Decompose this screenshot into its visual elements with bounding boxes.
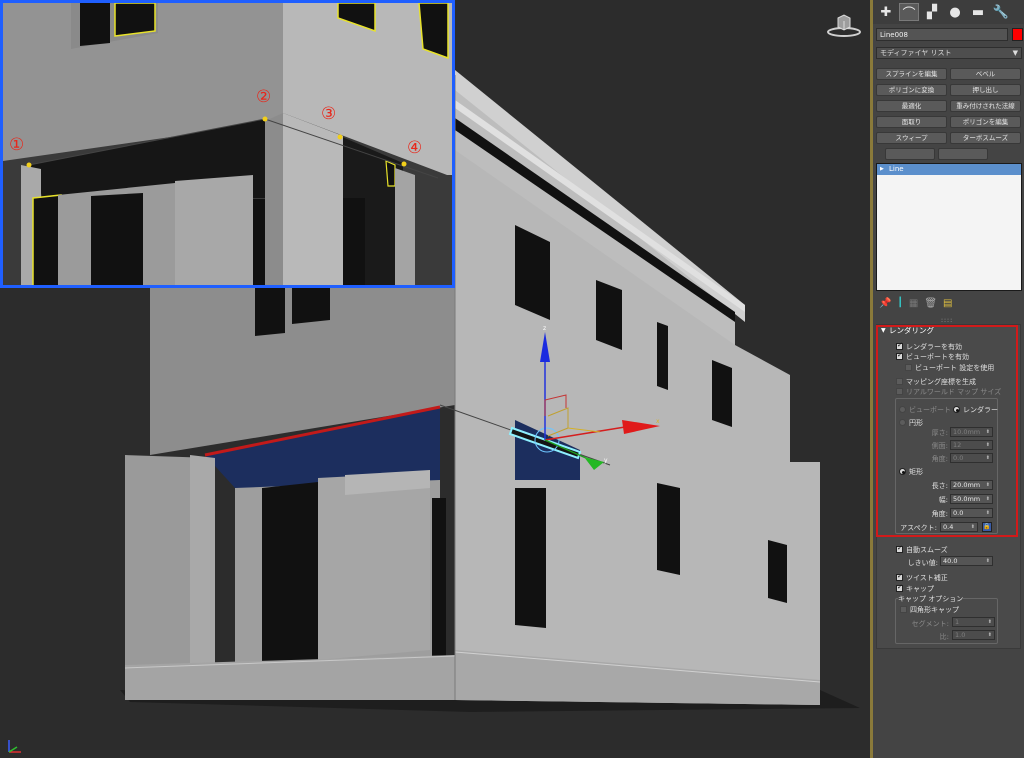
checkbox-box[interactable] <box>896 544 903 553</box>
utilities-tab[interactable]: 🔧 <box>991 3 1011 21</box>
modifier-button[interactable]: スウィープ <box>876 132 947 144</box>
window-r5 <box>515 488 546 628</box>
make-unique-icon[interactable]: ▦ <box>909 298 918 309</box>
modify-curve-icon: ⌒ <box>902 6 916 22</box>
auto-smooth-checkbox[interactable]: 自動スムーズ <box>896 544 948 554</box>
motion-circle-icon: ● <box>949 4 961 20</box>
app-window: z x y ① ② ③ ④ ✚ ⌒ ▞ ● ▬ 🔧 Line008 モディファイ… <box>0 0 1024 758</box>
svg-text:z: z <box>543 325 546 332</box>
object-color-swatch[interactable] <box>1012 28 1023 41</box>
remove-modifier-icon[interactable]: 🗑 <box>924 298 937 309</box>
stack-item-line[interactable]: ▶ Line <box>877 164 1021 175</box>
porch-column <box>318 472 430 660</box>
display-monitor-icon: ▬ <box>971 4 985 20</box>
window-r7 <box>768 540 787 603</box>
inset-scene <box>3 3 452 285</box>
pin-stack-icon[interactable]: 📌 <box>879 298 891 309</box>
create-tab[interactable]: ✚ <box>876 3 896 21</box>
stack-toolbar: 📌 ┃ ▦ 🗑 ▤ <box>876 294 1022 312</box>
cap-options-label: キャップ オプション <box>898 594 964 603</box>
marker-4: ④ <box>407 138 423 158</box>
utilities-wrench-icon: 🔧 <box>992 4 1010 20</box>
twist-correction-checkbox[interactable]: ツイスト補正 <box>896 572 948 582</box>
object-name-field[interactable]: Line008 <box>876 28 1008 41</box>
hierarchy-icon: ▞ <box>927 4 937 20</box>
create-plus-icon: ✚ <box>880 4 892 20</box>
viewcube-icon[interactable] <box>826 12 862 38</box>
rendering-highlight-box <box>876 325 1018 537</box>
checkbox-box[interactable] <box>896 583 903 592</box>
modifier-list-dropdown[interactable]: モディファイヤ リスト ▼ <box>876 47 1022 59</box>
modifier-button[interactable]: 重み付けされた法線 <box>950 100 1021 112</box>
ratio-spinner[interactable]: 1.0 ⬍ <box>952 630 995 640</box>
command-panel-tabs: ✚ ⌒ ▞ ● ▬ 🔧 <box>873 0 1024 24</box>
expand-triangle-icon[interactable]: ▶ <box>880 164 884 175</box>
svg-text:x: x <box>656 418 660 425</box>
panel-grip[interactable]: :::: <box>941 317 953 324</box>
modifier-button[interactable]: ポリゴンに変換 <box>876 84 947 96</box>
display-tab[interactable]: ▬ <box>968 3 988 21</box>
modifier-button[interactable]: 押し出し <box>950 84 1021 96</box>
modify-tab[interactable]: ⌒ <box>899 3 919 22</box>
window-r3 <box>657 322 668 390</box>
modifier-button[interactable]: ベベル <box>950 68 1021 80</box>
segments-spinner[interactable]: 1 ⬍ <box>952 617 995 627</box>
quad-cap-checkbox[interactable]: 四角形キャップ <box>900 605 959 614</box>
modifier-button[interactable]: スプラインを編集 <box>876 68 947 80</box>
modifier-button[interactable]: ターボスムーズ <box>950 132 1021 144</box>
stack-item-label: Line <box>889 165 904 173</box>
upper-window-right <box>292 288 330 324</box>
window-r6 <box>657 483 680 575</box>
hierarchy-tab[interactable]: ▞ <box>922 3 942 21</box>
porch-door <box>262 482 318 668</box>
spinner-arrows-icon[interactable]: ⬍ <box>986 557 990 565</box>
svg-text:y: y <box>604 457 608 464</box>
spinner-arrows-icon[interactable]: ⬍ <box>988 631 992 639</box>
threshold-label: しきい値: <box>907 559 938 567</box>
configure-sets-icon[interactable]: ▤ <box>943 298 952 309</box>
modifier-list-label: モディファイヤ リスト <box>880 49 952 57</box>
perspective-viewport[interactable]: z x y ① ② ③ ④ <box>0 0 870 758</box>
zoom-inset: ① ② ③ ④ <box>0 0 455 288</box>
window-r2 <box>596 280 622 350</box>
ratio-label: 比: <box>939 633 949 641</box>
empty-modifier-button[interactable] <box>938 148 988 160</box>
cap-checkbox[interactable]: キャップ <box>896 583 934 593</box>
threshold-spinner[interactable]: 40.0 ⬍ <box>940 556 993 566</box>
empty-modifier-button[interactable] <box>885 148 935 160</box>
dropdown-arrow-icon: ▼ <box>1012 49 1018 57</box>
show-end-result-icon[interactable]: ┃ <box>897 298 902 308</box>
marker-2: ② <box>256 87 272 107</box>
modifier-stack[interactable]: ▶ Line <box>876 163 1022 291</box>
motion-tab[interactable]: ● <box>945 3 965 21</box>
modifier-button[interactable]: ポリゴンを編集 <box>950 116 1021 128</box>
porch-dark-side <box>432 498 446 662</box>
axis-tripod-icon <box>8 740 21 753</box>
spinner-arrows-icon[interactable]: ⬍ <box>988 618 992 626</box>
upper-window-left <box>255 288 285 336</box>
marker-1: ① <box>9 135 25 155</box>
segments-label: セグメント: <box>911 620 949 628</box>
modifier-button[interactable]: 面取り <box>876 116 947 128</box>
modifier-button[interactable]: 最適化 <box>876 100 947 112</box>
marker-3: ③ <box>321 104 337 124</box>
checkbox-box[interactable] <box>896 572 903 581</box>
checkbox-box[interactable] <box>900 606 907 613</box>
window-r4 <box>712 360 732 427</box>
